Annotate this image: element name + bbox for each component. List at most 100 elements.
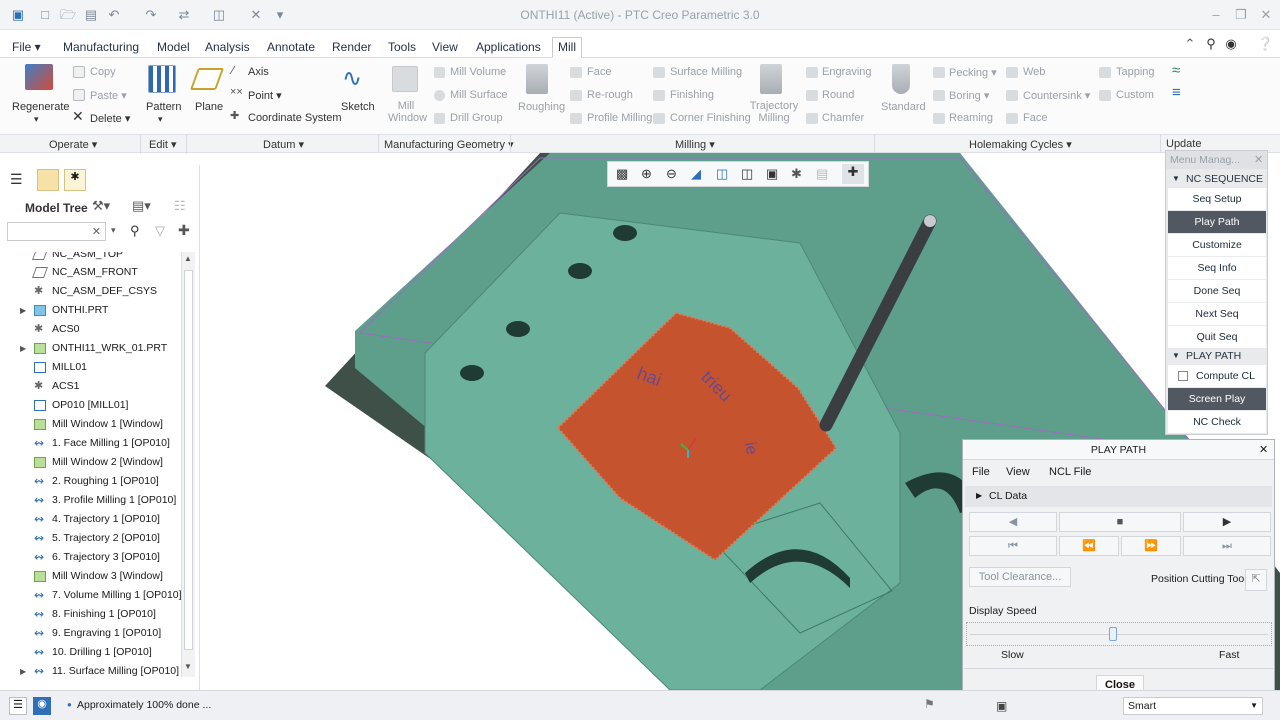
tapping-icon[interactable] bbox=[1099, 67, 1111, 78]
re-rough-icon[interactable] bbox=[570, 90, 582, 101]
tree-item[interactable]: ↭ 8. Finishing 1 [OP010] bbox=[0, 605, 180, 624]
go-to-end-button[interactable]: ⏭ bbox=[1183, 536, 1271, 556]
tree-item[interactable]: ✱ ACS0 bbox=[0, 320, 180, 339]
group-holemaking-cycles[interactable]: Holemaking Cycles ▾ bbox=[969, 138, 1072, 151]
finishing-icon[interactable] bbox=[653, 90, 665, 101]
quit-seq-item[interactable]: Quit Seq bbox=[1168, 326, 1266, 348]
community-icon[interactable]: ◉ bbox=[1223, 36, 1239, 52]
update-cl-icon[interactable]: ≡ bbox=[1172, 84, 1181, 101]
play-backward-button[interactable]: ◀ bbox=[969, 512, 1057, 532]
tree-item[interactable]: ↭ 3. Profile Milling 1 [OP010] bbox=[0, 491, 180, 510]
custom-button[interactable]: Custom bbox=[1116, 89, 1154, 101]
tree-item[interactable]: ↭ 2. Roughing 1 [OP010] bbox=[0, 472, 180, 491]
tree-item[interactable]: MILL01 bbox=[0, 358, 180, 377]
chamfer-icon[interactable] bbox=[806, 113, 818, 124]
corner-finishing-icon[interactable] bbox=[653, 113, 665, 124]
close-icon[interactable]: ✕ bbox=[1257, 6, 1275, 24]
display-style-icon[interactable]: ◫ bbox=[716, 166, 728, 182]
done-seq-item[interactable]: Done Seq bbox=[1168, 280, 1266, 302]
mill-volume-button[interactable]: Mill Volume bbox=[450, 66, 506, 78]
point-button[interactable]: Point ▾ bbox=[248, 89, 282, 102]
tree-item[interactable]: ✱ NC_ASM_DEF_CSYS bbox=[0, 282, 180, 301]
tree-item[interactable]: ↭ 6. Trajectory 3 [OP010] bbox=[0, 548, 180, 567]
engraving-icon[interactable] bbox=[806, 67, 818, 78]
minimize-icon[interactable]: – bbox=[1207, 6, 1225, 24]
expand-icon[interactable]: ▶ bbox=[20, 662, 26, 677]
tree-item[interactable]: ✱ ACS1 bbox=[0, 377, 180, 396]
plane-icon[interactable] bbox=[189, 68, 225, 90]
tab-file[interactable]: File ▾ bbox=[8, 39, 45, 58]
point-icon[interactable]: ×× bbox=[230, 86, 243, 98]
pattern-icon[interactable] bbox=[148, 65, 176, 93]
tab-applications[interactable]: Applications bbox=[472, 39, 545, 58]
surface-milling-button[interactable]: Surface Milling bbox=[670, 66, 742, 78]
drill-group-button[interactable]: Drill Group bbox=[450, 112, 503, 124]
countersink-button[interactable]: Countersink ▾ bbox=[1023, 89, 1090, 102]
chamfer-button[interactable]: Chamfer bbox=[822, 112, 864, 124]
help-icon[interactable]: ❔ bbox=[1257, 36, 1273, 52]
zoom-out-icon[interactable]: ⊖ bbox=[666, 166, 677, 182]
close-icon[interactable]: ✕ bbox=[1259, 443, 1268, 456]
tree-item[interactable]: ↭ 5. Trajectory 2 [OP010] bbox=[0, 529, 180, 548]
saved-views-icon[interactable]: ◫ bbox=[741, 166, 753, 182]
reaming-button[interactable]: Reaming bbox=[949, 112, 993, 124]
face-button[interactable]: Face bbox=[587, 66, 611, 78]
tree-item[interactable]: ▶ ONTHI11_WRK_01.PRT bbox=[0, 339, 180, 358]
menu-ncl-file[interactable]: NCL File bbox=[1049, 466, 1091, 478]
add-column-icon[interactable]: ✚ bbox=[178, 222, 190, 239]
round-button[interactable]: Round bbox=[822, 89, 854, 101]
slider-thumb[interactable] bbox=[1109, 627, 1118, 641]
show-icon[interactable]: ▤▾ bbox=[132, 198, 151, 214]
mill-window-button[interactable]: Mill Window bbox=[388, 100, 427, 124]
zoom-in-icon[interactable]: ⊕ bbox=[641, 166, 652, 182]
delete-icon[interactable]: ✕ bbox=[72, 108, 84, 125]
mill-surface-icon[interactable] bbox=[434, 90, 445, 101]
stop-button[interactable]: ■ bbox=[1059, 512, 1181, 532]
regenerate-button[interactable]: Regenerate bbox=[12, 101, 70, 113]
trajectory-milling-button[interactable]: Trajectory Milling bbox=[748, 100, 800, 124]
custom-icon[interactable] bbox=[1099, 90, 1111, 101]
maximize-icon[interactable]: ❐ bbox=[1232, 6, 1250, 24]
tab-model[interactable]: Model bbox=[153, 39, 194, 58]
close-icon[interactable]: ✕ bbox=[1254, 153, 1263, 166]
standard-button[interactable]: Standard bbox=[881, 101, 926, 113]
copy-icon[interactable] bbox=[73, 66, 85, 78]
regenerate-big-icon[interactable] bbox=[25, 64, 53, 90]
expand-icon[interactable]: ▶ bbox=[976, 491, 982, 500]
tool-clearance-button[interactable]: Tool Clearance... bbox=[969, 567, 1071, 587]
chevron-down-icon[interactable]: ▾ bbox=[111, 225, 116, 236]
collapse-ribbon-icon[interactable]: ⌃ bbox=[1182, 36, 1198, 52]
search-icon[interactable]: ⚲ bbox=[1203, 36, 1219, 52]
filter-icon[interactable]: ▽ bbox=[155, 223, 165, 239]
engraving-button[interactable]: Engraving bbox=[822, 66, 872, 78]
tree-item[interactable]: Mill Window 1 [Window] bbox=[0, 415, 180, 434]
pecking-icon[interactable] bbox=[933, 67, 945, 78]
tree-item[interactable]: ▶ ↭ 11. Surface Milling [OP010] bbox=[0, 662, 180, 677]
countersink-icon[interactable] bbox=[1006, 90, 1018, 101]
expand-icon[interactable]: ▶ bbox=[20, 339, 26, 358]
tab-manufacturing[interactable]: Manufacturing bbox=[59, 39, 143, 58]
paste-icon[interactable] bbox=[73, 89, 85, 101]
tree-scrollbar[interactable]: ▲ ▼ bbox=[181, 252, 195, 677]
re-rough-button[interactable]: Re-rough bbox=[587, 89, 633, 101]
clear-search-icon[interactable]: ✕ bbox=[92, 225, 101, 238]
nc-check-item[interactable]: NC Check bbox=[1168, 411, 1266, 433]
display-speed-slider[interactable] bbox=[966, 622, 1272, 646]
scroll-up-icon[interactable]: ▲ bbox=[184, 254, 192, 263]
drill-group-icon[interactable] bbox=[434, 113, 445, 124]
csys-icon[interactable]: ✚ bbox=[230, 109, 239, 122]
tree-filter-icon[interactable]: ☷ bbox=[174, 198, 186, 214]
screen-play-item[interactable]: Screen Play bbox=[1168, 388, 1266, 410]
reaming-icon[interactable] bbox=[933, 113, 945, 124]
view-manager-icon[interactable]: ▣ bbox=[766, 166, 778, 182]
axis-icon[interactable]: ∕ bbox=[232, 63, 234, 77]
go-to-start-button[interactable]: ⏮ bbox=[969, 536, 1057, 556]
coordinate-system-button[interactable]: Coordinate System bbox=[248, 112, 342, 124]
corner-finishing-button[interactable]: Corner Finishing bbox=[670, 112, 751, 124]
tab-view[interactable]: View bbox=[428, 39, 462, 58]
boring-button[interactable]: Boring ▾ bbox=[949, 89, 989, 102]
plane-button[interactable]: Plane bbox=[195, 101, 223, 113]
tree-item[interactable]: NC_ASM_FRONT bbox=[0, 263, 180, 282]
repaint-icon[interactable]: ◢ bbox=[691, 166, 701, 182]
sketch-icon[interactable]: ∿ bbox=[342, 64, 362, 93]
